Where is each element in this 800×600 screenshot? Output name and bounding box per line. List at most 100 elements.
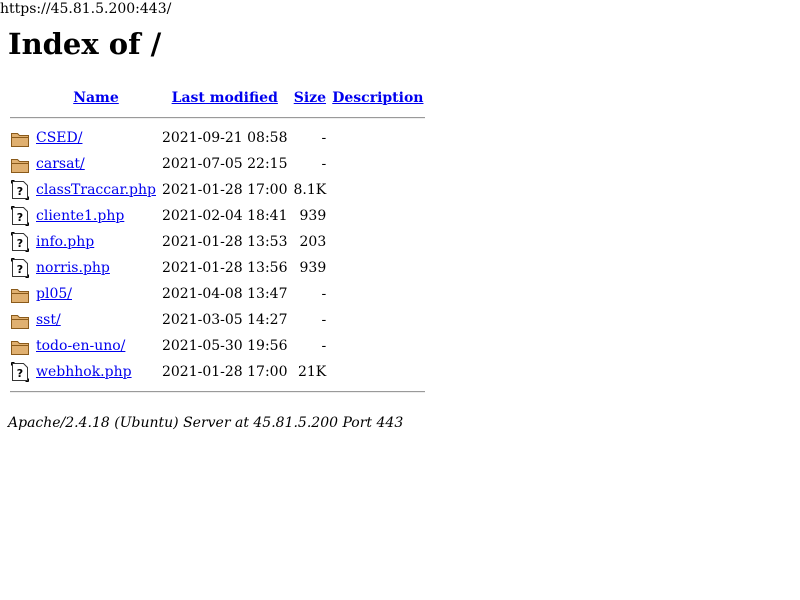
row-last-modified: 2021-09-21 08:58 [161,130,288,146]
row-name-cell: norris.php [34,256,158,280]
row-size: 203 [299,234,327,250]
page-title: Index of / [8,27,162,61]
row-description [330,282,425,306]
row-last-modified: 2021-01-28 17:00 [161,364,288,380]
folder-icon [10,335,30,357]
unknown-file-icon: ? [10,257,30,279]
server-signature: Apache/2.4.18 (Ubuntu) Server at 45.81.5… [8,415,404,431]
sort-by-last-modified-link[interactable]: Last modified [172,90,278,106]
table-row: ? webhhok.php 2021-01-28 17:00 21K [10,360,425,384]
row-size: 21K [297,364,327,380]
row-name-cell: todo-en-uno/ [34,334,158,358]
row-description [330,230,425,254]
row-description [330,308,425,332]
folder-icon [10,127,30,149]
row-name-cell: cliente1.php [34,204,158,228]
row-size: - [321,286,327,302]
row-description [330,360,425,384]
row-icon-cell: ? [10,204,32,228]
table-row: CSED/2021-09-21 08:58 - [10,126,425,150]
table-row: sst/2021-03-05 14:27 - [10,308,425,332]
entry-link[interactable]: todo-en-uno/ [36,338,125,354]
row-icon-cell [10,152,32,176]
folder-icon [10,153,30,175]
entry-link[interactable]: carsat/ [36,156,85,172]
row-size: - [321,338,327,354]
row-description [330,334,425,358]
row-icon-cell [10,308,32,332]
footer-separator-row [10,386,426,398]
row-description [330,178,425,202]
row-size: - [321,130,327,146]
svg-text:?: ? [17,237,23,250]
sort-by-name-link[interactable]: Name [73,90,119,106]
row-last-modified: 2021-01-28 13:53 [161,234,288,250]
row-size: 939 [299,208,327,224]
directory-listing-table: Name Last modified Size Description CSED… [8,84,427,400]
entry-link[interactable]: norris.php [36,260,110,276]
row-description [330,204,425,228]
row-icon-cell: ? [10,178,32,202]
row-last-modified: 2021-02-04 18:41 [161,208,288,224]
unknown-file-icon: ? [10,205,30,227]
sort-by-size-link[interactable]: Size [294,90,326,106]
table-row: ? norris.php 2021-01-28 13:56 939 [10,256,425,280]
row-name-cell: classTraccar.php [34,178,158,202]
unknown-file-icon: ? [10,231,30,253]
page-url: https://45.81.5.200:443/ [0,1,172,17]
row-description [330,126,425,150]
table-row: carsat/2021-07-05 22:15 - [10,152,425,176]
row-icon-cell: ? [10,256,32,280]
unknown-file-icon: ? [10,361,30,383]
row-description [330,256,425,280]
table-row: ? info.php 2021-01-28 13:53 203 [10,230,425,254]
svg-text:?: ? [17,211,23,224]
entry-link[interactable]: CSED/ [36,130,82,146]
row-last-modified: 2021-01-28 13:56 [161,260,288,276]
row-icon-cell [10,334,32,358]
header-size: Size [292,86,329,110]
row-size: - [321,156,327,172]
header-name: Name [34,86,158,110]
row-icon-cell: ? [10,230,32,254]
row-size: 939 [299,260,327,276]
row-description [330,152,425,176]
entry-link[interactable]: info.php [36,234,94,250]
listing-body: CSED/2021-09-21 08:58- carsat/2021-07-05 … [10,126,425,384]
row-last-modified: 2021-05-30 19:56 [161,338,288,354]
svg-text:?: ? [17,367,23,380]
table-row: ? classTraccar.php 2021-01-28 17:00 8.1K [10,178,425,202]
sort-by-description-link[interactable]: Description [332,90,423,106]
footer-separator [10,386,426,398]
entry-link[interactable]: classTraccar.php [36,182,156,198]
table-row: todo-en-uno/2021-05-30 19:56 - [10,334,425,358]
row-icon-cell [10,126,32,150]
row-last-modified: 2021-01-28 17:00 [161,182,288,198]
row-name-cell: webhhok.php [34,360,158,384]
unknown-file-icon: ? [10,179,30,201]
row-size: - [321,312,327,328]
entry-link[interactable]: webhhok.php [36,364,132,380]
entry-link[interactable]: pl05/ [36,286,72,302]
row-last-modified: 2021-03-05 14:27 [161,312,288,328]
row-name-cell: sst/ [34,308,158,332]
row-name-cell: info.php [34,230,158,254]
table-header-row: Name Last modified Size Description [10,86,425,110]
table-row: pl05/2021-04-08 13:47 - [10,282,425,306]
entry-link[interactable]: cliente1.php [36,208,124,224]
header-separator [10,112,426,124]
folder-icon [10,283,30,305]
row-icon-cell [10,282,32,306]
row-last-modified: 2021-04-08 13:47 [161,286,288,302]
svg-text:?: ? [17,263,23,276]
row-last-modified: 2021-07-05 22:15 [161,156,288,172]
row-name-cell: pl05/ [34,282,158,306]
header-description: Description [330,86,425,110]
folder-icon [10,309,30,331]
entry-link[interactable]: sst/ [36,312,61,328]
table-row: ? cliente1.php 2021-02-04 18:41 939 [10,204,425,228]
row-size: 8.1K [293,182,327,198]
svg-text:?: ? [17,185,23,198]
header-icon-column [10,86,32,110]
row-icon-cell: ? [10,360,32,384]
